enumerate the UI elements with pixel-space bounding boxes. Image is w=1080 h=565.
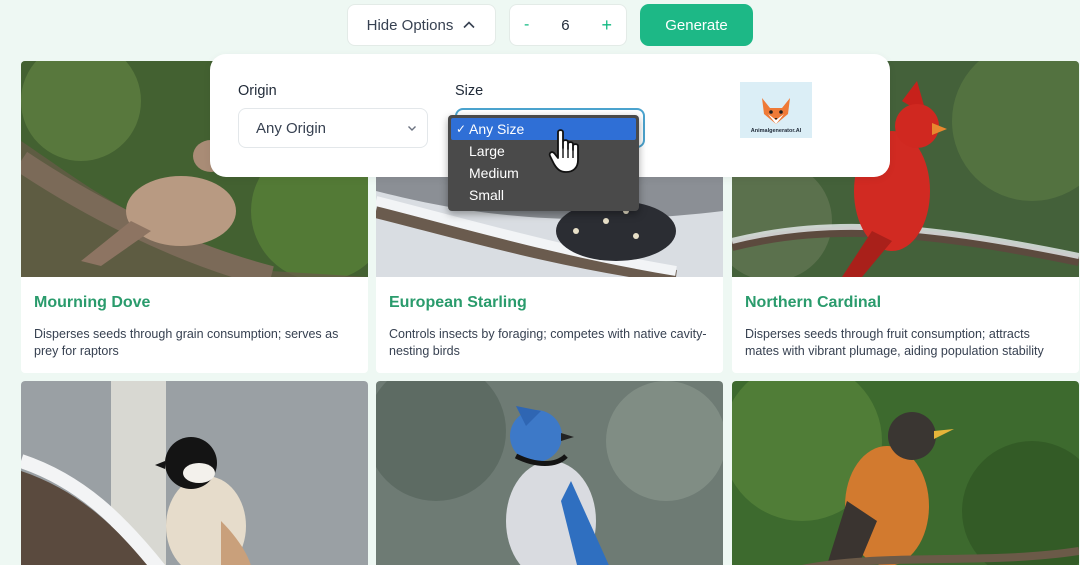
size-option-any[interactable]: ✓ Any Size	[451, 118, 636, 140]
count-value[interactable]: 6	[561, 17, 569, 34]
size-option-large[interactable]: Large	[451, 140, 636, 162]
brand-logo: Animalgenerator.AI	[740, 82, 812, 138]
card-body: Northern Cardinal Disperses seeds throug…	[732, 277, 1079, 373]
option-label: Medium	[469, 165, 519, 181]
american-robin-image	[732, 381, 1079, 565]
card-description: Disperses seeds through fruit consumptio…	[745, 327, 1044, 358]
chevron-down-icon	[408, 126, 416, 131]
count-stepper: - 6 +	[509, 4, 627, 46]
origin-select[interactable]: Any Origin	[238, 108, 428, 148]
logo-text: Animalgenerator.AI	[750, 128, 802, 134]
hide-options-button[interactable]: Hide Options	[347, 4, 496, 46]
result-card[interactable]	[21, 381, 368, 565]
blue-jay-image	[376, 381, 723, 565]
result-card[interactable]	[376, 381, 723, 565]
card-title: Northern Cardinal	[745, 294, 882, 311]
result-card[interactable]	[732, 381, 1079, 565]
hand-pointer-cursor-icon	[548, 129, 579, 173]
increment-button[interactable]: +	[601, 15, 612, 36]
card-description: Controls insects by foraging; competes w…	[389, 327, 707, 358]
size-option-medium[interactable]: Medium	[451, 162, 636, 184]
size-label: Size	[455, 83, 484, 99]
size-option-small[interactable]: Small	[451, 184, 636, 206]
chevron-up-icon	[463, 21, 475, 29]
toolbar: Hide Options - 6 + Generate	[0, 4, 1080, 46]
option-label: Large	[469, 143, 505, 159]
card-body: Mourning Dove Disperses seeds through gr…	[21, 277, 368, 373]
hide-options-label: Hide Options	[366, 16, 454, 34]
card-body: European Starling Controls insects by fo…	[376, 277, 723, 373]
decrement-button[interactable]: -	[524, 16, 529, 34]
generate-button[interactable]: Generate	[640, 4, 753, 46]
card-title: Mourning Dove	[34, 294, 151, 311]
option-label: Any Size	[469, 121, 525, 137]
chickadee-image	[21, 381, 368, 565]
card-description: Disperses seeds through grain consumptio…	[34, 327, 339, 358]
size-dropdown-list: ✓ Any Size Large Medium Small	[448, 115, 639, 211]
origin-value: Any Origin	[256, 119, 327, 137]
option-label: Small	[469, 187, 505, 203]
card-title: European Starling	[389, 294, 527, 311]
origin-label: Origin	[238, 83, 277, 99]
fox-logo-icon	[762, 98, 790, 124]
checkmark-icon: ✓	[456, 122, 467, 136]
